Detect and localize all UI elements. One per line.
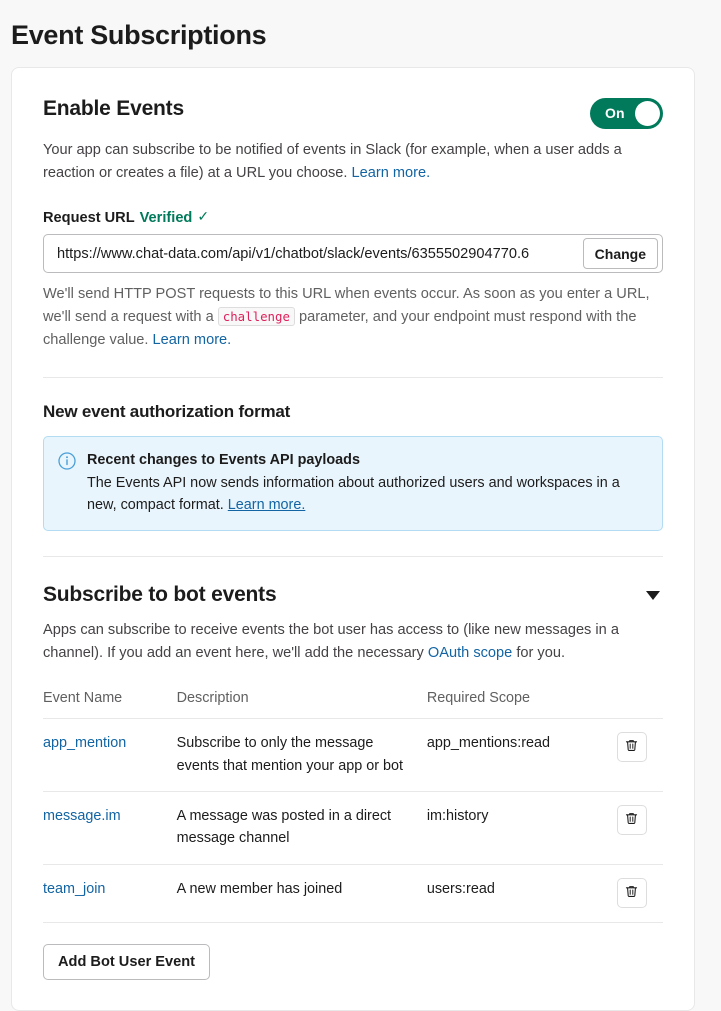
bot-events-table: Event Name Description Required Scope ap… xyxy=(43,690,663,923)
divider-bot-events xyxy=(43,556,663,558)
event-name-link[interactable]: app_mention xyxy=(43,735,126,751)
trash-icon xyxy=(624,738,639,756)
bot-events-description-part2: for you. xyxy=(512,644,566,661)
auth-format-callout: Recent changes to Events API payloads Th… xyxy=(43,435,663,532)
event-description-cell: A new member has joined xyxy=(176,864,427,923)
event-name-link[interactable]: message.im xyxy=(43,808,121,824)
table-header-row: Event Name Description Required Scope xyxy=(43,690,663,720)
callout-body-text: The Events API now sends information abo… xyxy=(87,474,620,514)
bot-events-description: Apps can subscribe to receive events the… xyxy=(43,619,663,665)
callout-title: Recent changes to Events API payloads xyxy=(87,451,360,468)
request-url-learn-more-link[interactable]: Learn more. xyxy=(153,332,232,348)
event-description-cell: A message was posted in a direct message… xyxy=(176,791,427,865)
change-url-button[interactable]: Change xyxy=(582,238,658,270)
event-subscriptions-card: Enable Events On Your app can subscribe … xyxy=(11,66,695,1011)
event-scope-cell: app_mentions:read xyxy=(426,718,603,792)
delete-event-button[interactable] xyxy=(616,732,647,763)
delete-event-button[interactable] xyxy=(616,877,647,908)
toggle-knob xyxy=(635,100,660,126)
add-bot-user-event-button[interactable]: Add Bot User Event xyxy=(43,943,211,980)
callout-body: The Events API now sends information abo… xyxy=(87,472,647,517)
divider-auth-format xyxy=(43,376,663,378)
request-url-label-row: Request URL Verified ✓ xyxy=(43,208,663,227)
callout-content: Recent changes to Events API payloads Th… xyxy=(87,450,647,517)
page-title: Event Subscriptions xyxy=(11,20,267,50)
delete-event-button[interactable] xyxy=(616,804,647,835)
enable-events-toggle[interactable]: On xyxy=(590,97,663,129)
chevron-down-icon[interactable] xyxy=(646,590,660,600)
verified-check-icon: ✓ xyxy=(197,208,210,225)
enable-events-title: Enable Events xyxy=(43,96,184,120)
request-url-field: Change xyxy=(43,234,663,274)
trash-icon xyxy=(624,811,639,829)
table-row: app_mention Subscribe to only the messag… xyxy=(43,718,663,792)
bot-events-header: Subscribe to bot events xyxy=(43,581,663,608)
enable-events-description-text: Your app can subscribe to be notified of… xyxy=(43,141,622,181)
callout-learn-more-link[interactable]: Learn more. xyxy=(228,497,306,513)
table-row: team_join A new member has joined users:… xyxy=(43,864,663,923)
toggle-label: On xyxy=(605,105,625,122)
event-action-cell xyxy=(602,791,663,865)
enable-events-description: Your app can subscribe to be notified of… xyxy=(43,139,663,185)
request-url-input[interactable] xyxy=(44,235,583,273)
bot-events-title: Subscribe to bot events xyxy=(43,583,277,607)
request-url-verified-status: Verified xyxy=(139,210,193,227)
page-root: Event Subscriptions Enable Events On You… xyxy=(0,0,721,1011)
event-action-cell xyxy=(602,864,663,923)
trash-icon xyxy=(624,884,639,902)
request-url-label: Request URL xyxy=(43,210,135,227)
info-icon xyxy=(58,452,76,470)
event-name-cell: team_join xyxy=(43,864,177,923)
request-url-help-text: We'll send HTTP POST requests to this UR… xyxy=(43,283,663,351)
table-row: message.im A message was posted in a dir… xyxy=(43,791,663,865)
auth-format-title: New event authorization format xyxy=(43,401,291,421)
enable-events-header: Enable Events On xyxy=(43,95,663,129)
oauth-scope-link[interactable]: OAuth scope xyxy=(428,645,512,661)
event-name-cell: message.im xyxy=(43,791,177,865)
column-header-required-scope: Required Scope xyxy=(426,690,603,720)
event-name-link[interactable]: team_join xyxy=(43,881,105,897)
event-scope-cell: users:read xyxy=(426,864,603,923)
column-header-event-name: Event Name xyxy=(43,690,177,720)
column-header-description: Description xyxy=(176,690,427,720)
event-scope-cell: im:history xyxy=(426,791,603,865)
enable-events-learn-more-link[interactable]: Learn more. xyxy=(352,165,431,181)
event-action-cell xyxy=(602,718,663,792)
column-header-actions xyxy=(602,690,663,720)
challenge-code-token: challenge xyxy=(217,307,295,327)
event-description-cell: Subscribe to only the message events tha… xyxy=(176,718,427,792)
event-name-cell: app_mention xyxy=(43,718,177,792)
